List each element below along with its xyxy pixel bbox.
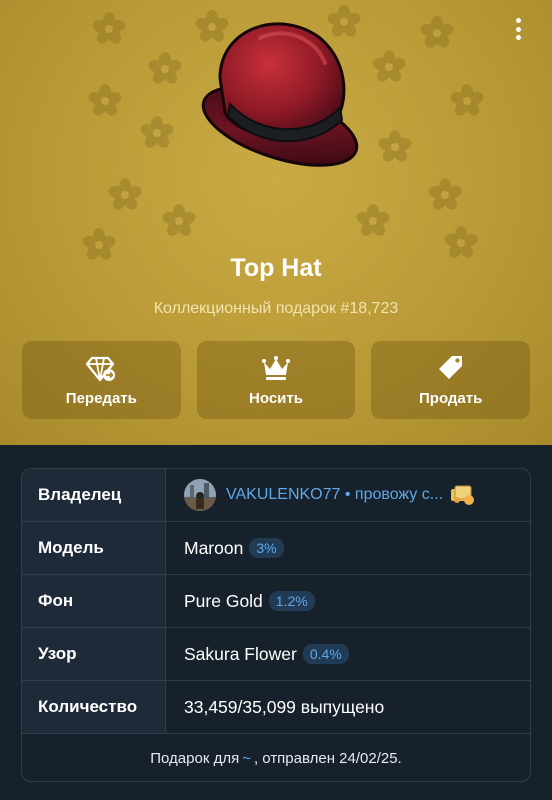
wear-label: Носить bbox=[249, 389, 303, 407]
sakura-pattern-icon bbox=[108, 178, 142, 212]
model-name: Maroon bbox=[184, 537, 244, 558]
sakura-pattern-icon bbox=[92, 12, 126, 46]
sell-button[interactable]: Продать bbox=[371, 341, 531, 419]
backdrop-name: Pure Gold bbox=[184, 590, 263, 611]
gift-transfer-icon bbox=[86, 356, 116, 381]
more-menu-button[interactable] bbox=[508, 16, 528, 42]
gift-footer: Подарок для ~ , отправлен 24/02/25. bbox=[22, 734, 530, 781]
sakura-pattern-icon bbox=[428, 178, 462, 212]
owner-key: Владелец bbox=[22, 469, 166, 521]
footer-suffix: , отправлен 24/02/25. bbox=[253, 749, 402, 767]
more-dots-icon bbox=[515, 18, 521, 23]
quantity-value: 33,459/35,099 выпущено bbox=[184, 696, 385, 717]
sakura-pattern-icon bbox=[88, 84, 122, 118]
sakura-pattern-icon bbox=[148, 52, 182, 86]
pattern-value: Sakura Flower 0.4% bbox=[166, 628, 530, 680]
sakura-pattern-icon bbox=[162, 204, 196, 238]
backdrop-key: Фон bbox=[22, 575, 166, 627]
recipient-link[interactable]: ~ bbox=[242, 750, 251, 767]
sakura-pattern-icon bbox=[140, 116, 174, 150]
gift-actions: Передать Носить Продать bbox=[22, 341, 531, 419]
backdrop-rarity-badge[interactable]: 1.2% bbox=[268, 591, 315, 611]
avatar[interactable] bbox=[184, 479, 216, 511]
gift-preview: Top Hat Коллекционный подарок #18,723 Пе… bbox=[0, 0, 552, 445]
backdrop-row: Фон Pure Gold 1.2% bbox=[22, 575, 530, 628]
backdrop-value: Pure Gold 1.2% bbox=[166, 575, 530, 627]
sakura-pattern-icon bbox=[378, 130, 412, 164]
top-hat-icon bbox=[201, 22, 359, 167]
sakura-pattern-icon bbox=[420, 16, 454, 50]
quantity-row: Количество 33,459/35,099 выпущено bbox=[22, 681, 530, 734]
sell-label: Продать bbox=[419, 389, 483, 407]
crown-icon bbox=[262, 355, 290, 380]
model-rarity-badge[interactable]: 3% bbox=[249, 538, 284, 558]
model-value: Maroon 3% bbox=[166, 522, 530, 574]
gift-details-table: Владелец VAKULENKO77 • провожу с... Моде… bbox=[21, 468, 531, 782]
model-key: Модель bbox=[22, 522, 166, 574]
pattern-name: Sakura Flower bbox=[184, 643, 297, 664]
footer-prefix: Подарок для bbox=[150, 749, 240, 767]
wear-button[interactable]: Носить bbox=[196, 341, 356, 419]
gift-subtitle: Коллекционный подарок #18,723 bbox=[153, 300, 399, 317]
sakura-pattern-icon bbox=[450, 84, 484, 118]
model-row: Модель Maroon 3% bbox=[22, 522, 530, 575]
pattern-rarity-badge[interactable]: 0.4% bbox=[302, 644, 349, 664]
owner-value[interactable]: VAKULENKO77 • провожу с... bbox=[166, 469, 530, 521]
price-tag-icon bbox=[438, 355, 462, 379]
gift-title: Top Hat bbox=[230, 254, 322, 282]
sakura-pattern-icon bbox=[372, 50, 406, 84]
pattern-row: Узор Sakura Flower 0.4% bbox=[22, 628, 530, 681]
owner-row: Владелец VAKULENKO77 • провожу с... bbox=[22, 469, 530, 522]
pattern-key: Узор bbox=[22, 628, 166, 680]
quantity-key: Количество bbox=[22, 681, 166, 733]
owner-name-link[interactable]: VAKULENKO77 • провожу с... bbox=[226, 486, 443, 504]
sakura-pattern-icon bbox=[356, 204, 390, 238]
transfer-label: Передать bbox=[65, 389, 137, 407]
transfer-button[interactable]: Передать bbox=[22, 341, 181, 419]
emoji-status-icon bbox=[451, 485, 475, 505]
